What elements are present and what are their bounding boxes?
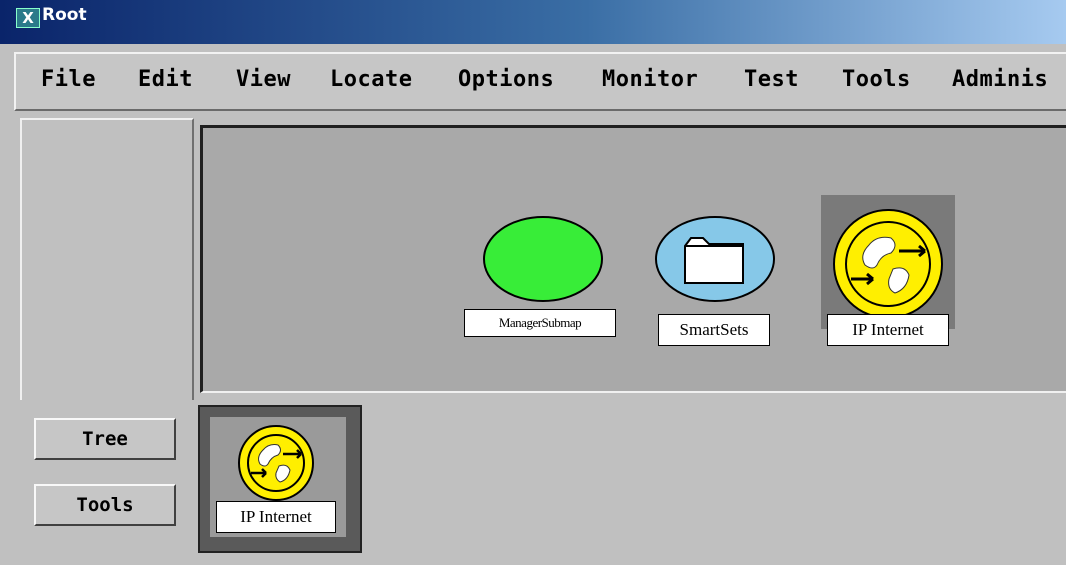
tree-ip-internet-symbol[interactable] xyxy=(236,423,316,503)
tree-item-frame[interactable]: IP Internet xyxy=(198,405,362,553)
tree-ip-internet-label[interactable]: IP Internet xyxy=(216,501,336,533)
menu-view[interactable]: View xyxy=(236,67,291,92)
map-view[interactable]: ManagerSubmap SmartSets IP Internet xyxy=(200,125,1066,393)
menu-locate[interactable]: Locate xyxy=(330,67,412,92)
title-bar: X Root xyxy=(0,0,1066,44)
menu-options[interactable]: Options xyxy=(458,67,554,92)
menu-edit[interactable]: Edit xyxy=(138,67,193,92)
x-window-icon[interactable]: X xyxy=(16,8,40,28)
manager-submap-symbol[interactable] xyxy=(481,214,605,304)
menu-monitor[interactable]: Monitor xyxy=(602,67,698,92)
menu-bar: File Edit View Locate Options Monitor Te… xyxy=(14,52,1066,111)
bottom-panel: Tree Tools IP Internet xyxy=(0,400,1066,565)
menu-file[interactable]: File xyxy=(41,67,96,92)
menu-test[interactable]: Test xyxy=(744,67,799,92)
left-panel xyxy=(20,118,194,402)
folder-icon xyxy=(684,237,744,284)
globe-icon xyxy=(247,434,305,492)
smartsets-symbol[interactable] xyxy=(653,214,777,304)
smartsets-label[interactable]: SmartSets xyxy=(658,314,770,346)
menu-tools[interactable]: Tools xyxy=(842,67,911,92)
ip-internet-symbol[interactable] xyxy=(829,205,947,323)
manager-submap-label[interactable]: ManagerSubmap xyxy=(464,309,616,337)
ip-internet-label[interactable]: IP Internet xyxy=(827,314,949,346)
tools-button[interactable]: Tools xyxy=(34,484,176,526)
tree-item-inner: IP Internet xyxy=(210,417,346,537)
window-title: Root xyxy=(42,5,87,25)
tree-button[interactable]: Tree xyxy=(34,418,176,460)
globe-icon xyxy=(845,221,931,307)
menu-administer[interactable]: Adminis xyxy=(952,67,1048,92)
